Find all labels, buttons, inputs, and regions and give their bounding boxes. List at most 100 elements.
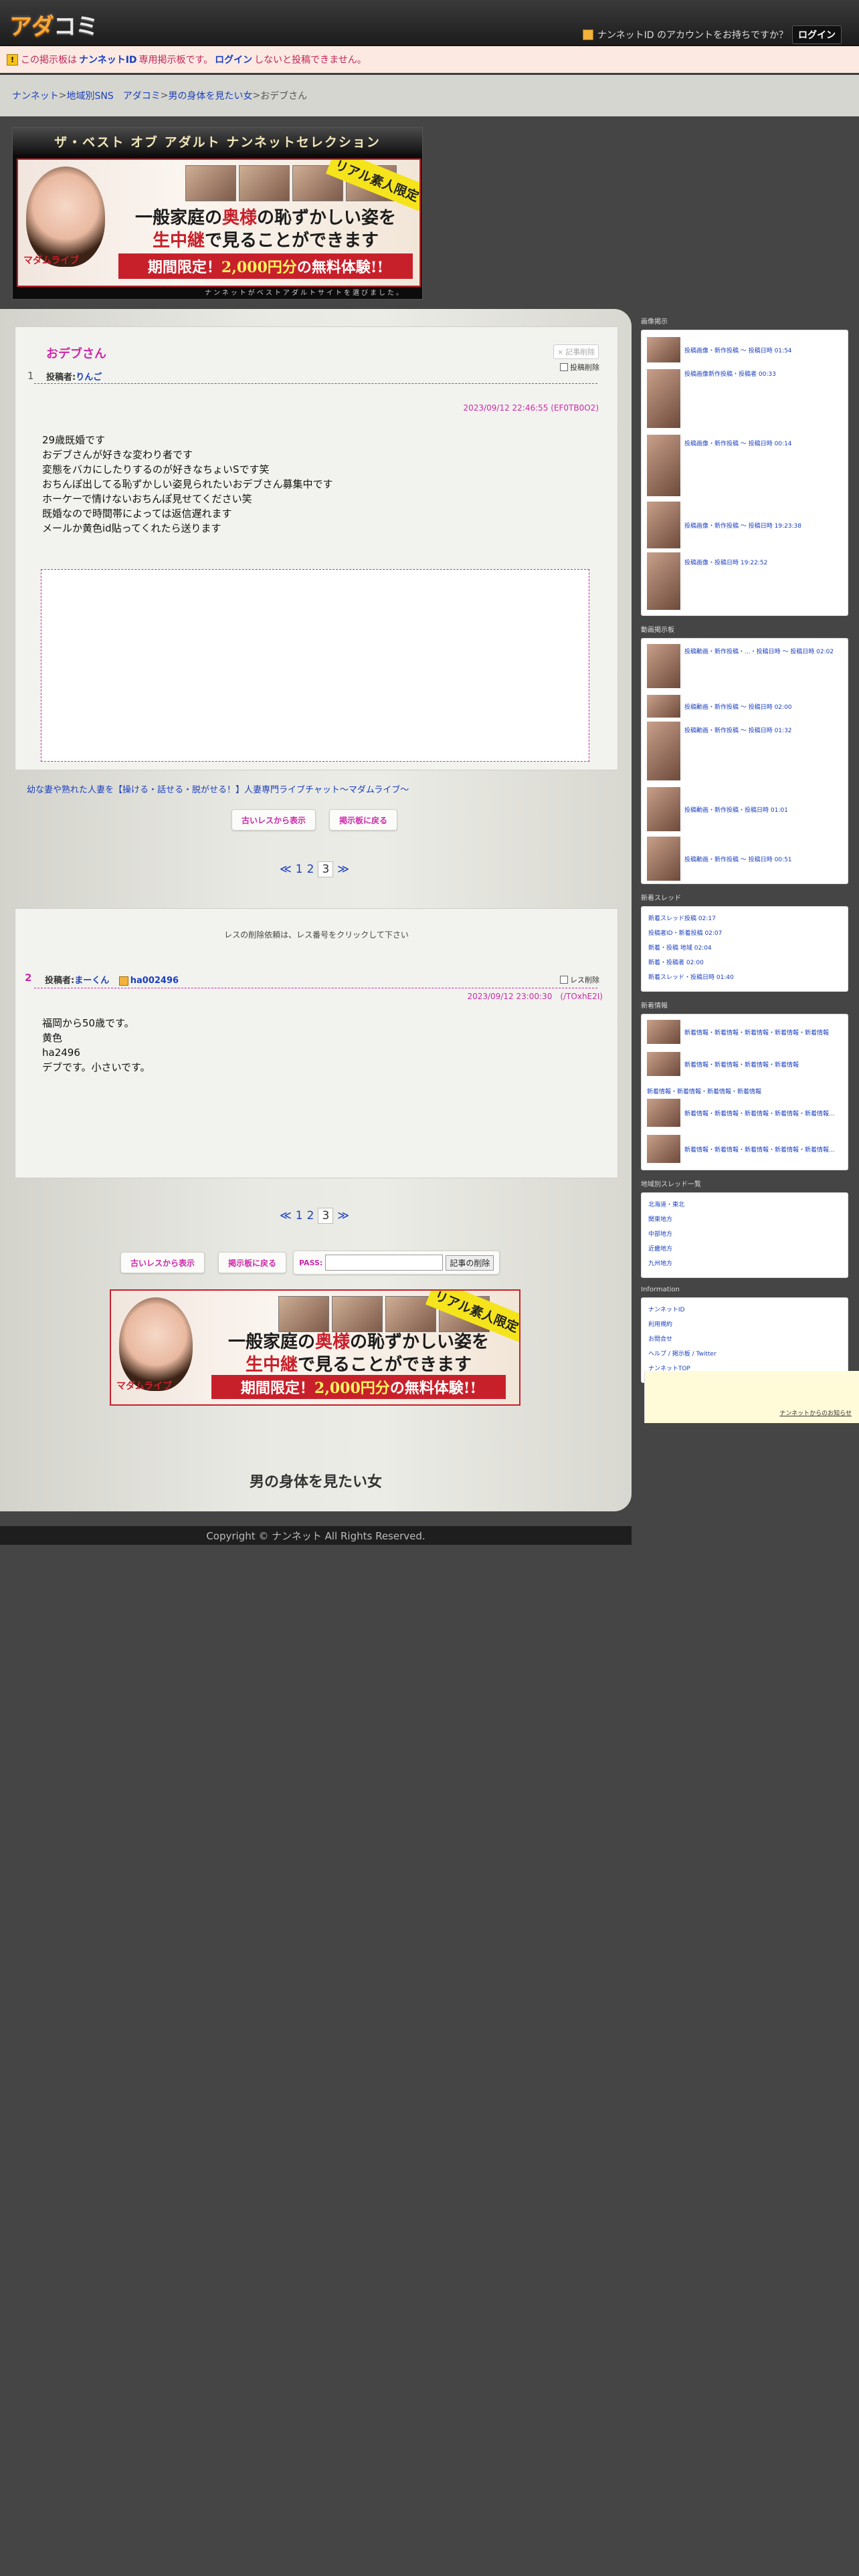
reply-id-link[interactable]: ha002496 [130,976,179,986]
sidebar-section-title: 画像掲示 [641,318,668,326]
sidebar-section-title: 新着スレッド [641,895,681,902]
post-divider [34,383,597,384]
warning-icon: ! [7,53,18,66]
region-list: 北海道・東北 関東地方 中部地方 近畿地方 九州地方 [641,1192,848,1278]
breadcrumb-board[interactable]: 男の身体を見たい女 [168,89,252,102]
information-list: ナンネットID 利用規約 お問合せ ヘルプ / 掲示板 / Twitter ナン… [641,1297,848,1383]
reply-number[interactable]: 2 [25,972,31,984]
pager-prev[interactable]: ≪ [280,863,292,876]
sidebar-item[interactable]: 新着・投稿 地域 02:04 [648,943,712,952]
sidebar-item[interactable]: 投稿画像・新作投稿 ～ 投稿日時 01:54 [647,337,792,362]
sidebar-item[interactable]: 投稿動画・新作投稿・...・投稿日時 ～ 投稿日時 02:02 [647,644,834,688]
pager-next[interactable]: ≫ [337,863,349,876]
sidebar-item[interactable]: 投稿画像・新作投稿 ～ 投稿日時 19:23:38 [647,502,801,548]
breadcrumb-nannet[interactable]: ナンネット [12,89,59,102]
sidebar-item[interactable]: 新着情報・新着情報・新着情報・新着情報・新着情報... [647,1099,835,1127]
breadcrumb-current: おデブさん [260,91,308,102]
breadcrumb-adacomi[interactable]: 地域別SNS アダコミ [66,89,160,102]
reply-author-link[interactable]: まーくん [74,976,109,986]
livechat-ad-link[interactable]: 幼な妻や熟れた人妻を【操ける・話せる・脱がせる！】人妻専門ライブチャット〜マダム… [27,782,409,795]
sidebar-item[interactable]: 投稿動画・新作投稿・投稿日時 01:01 [647,787,788,831]
banner-offer: 期間限定！ 2,000円分 の無料体験!! [211,1375,506,1399]
inline-ad-box[interactable] [41,569,589,762]
pass-label: PASS: [299,1258,323,1267]
author-link[interactable]: りんご [76,372,102,383]
sidebar-item[interactable]: 新着情報・新着情報・新着情報・新着情報・新着情報... [647,1135,835,1163]
top-header: アダ コミ ナンネットID のアカウントをお持ちですか？ ログイン [0,0,859,46]
post-body: 29歳既婚です おデブさんが好きな変わり者です 変態をバカにしたりするのが好きな… [42,434,333,534]
reply-delete-checkbox[interactable]: レス削除 [560,974,599,985]
sidebar-item[interactable]: 関東地方 [648,1214,672,1223]
sidebar-section-title: 地域別スレッド一覧 [641,1181,701,1188]
sidebar-item[interactable]: 新着情報・新着情報・新着情報・新着情報 [647,1052,799,1076]
reply-author: 投稿者:まーくん ha002496 [45,976,179,986]
sidebar-item[interactable]: 九州地方 [648,1259,672,1267]
pager-page-2[interactable]: 2 [307,863,314,876]
older-replies-button-bottom[interactable]: 古いレスから表示 [120,1252,205,1273]
banner-sign: マダムライブ [116,1381,173,1392]
back-to-board-button[interactable]: 掲示板に戻る [329,809,398,831]
pager-current: 3 [318,1208,334,1224]
sidebar-item[interactable]: 投稿動画・新作投稿 ～ 投稿日時 02:00 [647,695,792,718]
account-question: ナンネットID のアカウントをお持ちですか？ [597,30,788,41]
pass-input[interactable] [325,1255,444,1271]
sidebar-item[interactable]: 投稿者ID・新着投稿 02:07 [648,928,722,937]
pagination-bottom: ≪ 1 2 3 ≫ [280,1208,349,1224]
sidebar-item[interactable]: ナンネットID [648,1305,684,1313]
back-to-board-button-bottom[interactable]: 掲示板に戻る [218,1252,287,1273]
delete-article-button[interactable]: × 記事削除 [553,344,599,359]
post-delete-checkbox[interactable]: 投稿削除 [560,362,599,372]
reply-date: 2023/09/12 23:00:30 (/TOxhE2I) [467,992,603,1001]
banner-headline: 一般家庭の奥様の恥ずかしい姿を 生中継で見ることができます [134,208,397,251]
sidebar-item[interactable]: 投稿画像・新作投稿 ～ 投稿日時 00:14 [647,435,792,496]
sidebar-item[interactable]: 投稿動画・新作投稿 ～ 投稿日時 00:51 [647,837,792,881]
post-number[interactable]: 1 [27,370,34,382]
nannet-id-link[interactable]: ナンネットID [79,53,137,66]
banner-headline: 一般家庭の奥様の恥ずかしい姿を 生中継で見ることができます [227,1332,490,1375]
login-button[interactable]: ログイン [792,25,842,44]
pager-page-1[interactable]: 1 [296,1209,303,1222]
banner-header: ザ・ベスト オブ アダルト ナンネットセレクション [13,128,422,154]
reply-delete-notice: レスの削除依頼は、レス番号をクリックして下さい [224,930,409,940]
main-content: おデブさん × 記事削除 投稿削除 1 投稿者:りんご 2023/09/12 22… [0,309,632,1511]
pager-page-1[interactable]: 1 [296,863,303,876]
reply-body: 福岡から50歳です。 黄色 ha2496 デブです。小さいです。 [42,1017,151,1073]
breadcrumb: ナンネット > 地域別SNS アダコミ > 男の身体を見たい女 > おデブさん [0,75,859,116]
sidebar-item[interactable]: 中部地方 [648,1229,672,1238]
notice-link[interactable]: ナンネットからのお知らせ [779,1408,852,1417]
pager-next[interactable]: ≫ [337,1209,349,1222]
sidebar-item[interactable]: 新着・投稿者 02:00 [648,958,704,966]
sidebar-item[interactable]: お問合せ [648,1334,672,1343]
site-logo[interactable]: アダ コミ [9,9,98,40]
bottom-ad-banner[interactable]: リアル素人限定 一般家庭の奥様の恥ずかしい姿を 生中継で見ることができます 期間… [110,1289,520,1406]
footer-copyright: Copyright © ナンネット All Rights Reserved. [0,1526,632,1545]
image-board-list: 投稿画像・新作投稿 ～ 投稿日時 01:54 投稿画像新作投稿・投稿者 00:3… [641,330,848,616]
top-ad-banner[interactable]: ザ・ベスト オブ アダルト ナンネットセレクション リアル素人限定 一般家庭の奥… [12,127,423,300]
sidebar-item[interactable]: 投稿動画・新作投稿 ～ 投稿日時 01:32 [647,722,792,780]
post-author: 投稿者:りんご [46,372,102,383]
sidebar-item[interactable]: 新着スレッド投稿 02:17 [648,914,716,922]
sidebar-item[interactable]: 北海道・東北 [648,1200,684,1208]
nannet-id-icon [582,29,593,40]
delete-article-submit[interactable]: 記事の削除 [446,1255,494,1271]
sidebar-item[interactable]: 投稿画像新作投稿・投稿者 00:33 [647,369,776,428]
checkbox-icon [560,976,568,984]
sidebar-section-title: 新着情報 [641,1002,668,1010]
older-replies-button[interactable]: 古いレスから表示 [231,809,316,831]
model-photo [26,167,105,267]
sidebar-item[interactable]: 新着情報・新着情報・新着情報・新着情報 [647,1087,761,1095]
sidebar-item[interactable]: 新着情報・新着情報・新着情報・新着情報・新着情報 [647,1020,829,1044]
sidebar-section-title: 動画掲示板 [641,627,674,634]
sidebar: 画像掲示 投稿画像・新作投稿 ～ 投稿日時 01:54 投稿画像新作投稿・投稿者… [641,316,848,1383]
banner-sign: マダムライブ [23,255,80,266]
pager-page-2[interactable]: 2 [307,1209,314,1222]
sidebar-item[interactable]: 新着スレッド・投稿日時 01:40 [648,972,734,981]
sidebar-item[interactable]: ヘルプ / 掲示板 / Twitter [648,1349,717,1358]
sidebar-item[interactable]: 利用規約 [648,1319,672,1328]
sidebar-item[interactable]: 近畿地方 [648,1244,672,1253]
delete-form: PASS: 記事の削除 [293,1251,500,1275]
pager-prev[interactable]: ≪ [280,1209,292,1222]
model-photo [119,1297,193,1391]
warning-login-link[interactable]: ログイン [215,53,252,66]
sidebar-item[interactable]: 投稿画像・投稿日時 19:22:52 [647,552,767,610]
